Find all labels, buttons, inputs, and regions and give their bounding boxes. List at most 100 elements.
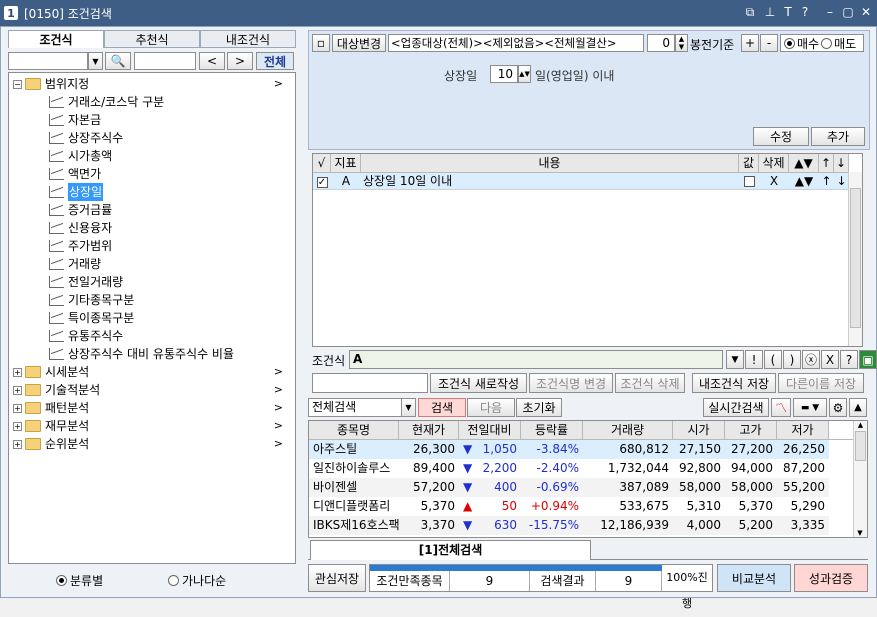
tree-item[interactable]: 상장주식수 [49, 129, 329, 147]
performance-button[interactable]: 성과검증 [794, 564, 868, 592]
tree-item[interactable]: 시가총액 [49, 147, 329, 165]
search-field-2[interactable] [134, 52, 196, 70]
next-search-button[interactable]: 다음 [467, 398, 515, 417]
sell-radio[interactable]: 매도 [834, 35, 856, 52]
radio-alphabetical[interactable]: 가나다순 [168, 572, 226, 589]
compare-button[interactable]: 비교분석 [717, 564, 791, 592]
tab-my-condition[interactable]: 내조건식 [200, 30, 296, 48]
tree-folder[interactable]: + 순위분석 > [13, 435, 293, 453]
condition-checkbox[interactable]: ✓ [316, 177, 328, 188]
op-help[interactable]: ? [840, 350, 858, 369]
font-icon[interactable]: T [780, 4, 796, 20]
results-col-header[interactable]: 전일대비 [459, 421, 521, 439]
rename-condition-button[interactable]: 조건식명 변경 [529, 373, 613, 393]
results-col-header[interactable]: 등락률 [521, 421, 583, 439]
results-col-header[interactable]: 시가 [673, 421, 725, 439]
search-dropdown[interactable]: ▼ [88, 52, 103, 70]
listing-days-input[interactable]: 10 [490, 65, 518, 83]
excel-icon[interactable]: ▣ [859, 350, 877, 369]
save-my-condition-button[interactable]: 내조건식 저장 [692, 373, 776, 393]
up-button[interactable]: ↑ [819, 173, 834, 189]
tree-folder[interactable]: − 범위지정 > [13, 75, 293, 93]
help-icon[interactable]: ? [797, 4, 813, 20]
close-icon[interactable]: ✕ [858, 4, 874, 20]
add-button[interactable]: 추가 [811, 127, 865, 146]
move-button[interactable]: ▲▼ [789, 173, 819, 189]
all-button[interactable]: 전체 [256, 52, 294, 70]
gear-icon[interactable]: ⚙ [829, 398, 847, 417]
tree-item[interactable]: 유통주식수 [49, 327, 329, 345]
op-close-paren[interactable]: ) [783, 350, 801, 369]
minus-button[interactable]: - [760, 34, 778, 52]
tree-item[interactable]: 전일거래량 [49, 273, 329, 291]
tab-all-search[interactable]: [1]전체검색 [310, 540, 591, 560]
buy-radio[interactable]: 매수 [797, 35, 819, 52]
next-button[interactable]: > [227, 52, 253, 70]
tree-folder[interactable]: + 재무분석 > [13, 417, 293, 435]
results-col-header[interactable]: 고가 [725, 421, 777, 439]
tree-item[interactable]: 상장일 [49, 183, 329, 201]
target-icon[interactable]: ▫ [312, 34, 330, 52]
pin-icon[interactable]: ⊥ [762, 4, 778, 20]
chevron-down-icon[interactable]: ▼ [401, 398, 416, 417]
delete-button[interactable]: X [759, 173, 789, 189]
results-col-header[interactable]: 현재가 [399, 421, 459, 439]
bong-spinner[interactable]: ▲ ▼ [675, 34, 688, 52]
tree-folder[interactable]: + 기술적분석 > [13, 381, 293, 399]
chart-icon[interactable]: 〽 [771, 398, 791, 417]
results-col-header[interactable]: 종목명 [309, 421, 399, 439]
minimize-icon[interactable]: – [822, 4, 838, 20]
layout-icon[interactable]: ▬ ▼ [793, 398, 827, 417]
delete-condition-button[interactable]: 조건식 삭제 [615, 373, 685, 393]
tree-item[interactable]: 액면가 [49, 165, 329, 183]
op-clear[interactable]: X [821, 350, 839, 369]
search-button[interactable]: 🔍 [105, 52, 131, 70]
tree-folder[interactable]: + 시세분석 > [13, 363, 293, 381]
tree-item[interactable]: 주가범위 [49, 237, 329, 255]
expand-icon[interactable]: + [13, 421, 22, 431]
tree-item[interactable]: 증거금률 [49, 201, 329, 219]
expand-icon[interactable]: + [13, 403, 22, 413]
tree-folder[interactable]: + 패턴분석 > [13, 399, 293, 417]
results-row[interactable]: IBKS제16호스팩 3,370 ▼ 630 -15.75% 12,186,939 4,00… [309, 516, 829, 535]
plus-button[interactable]: + [741, 34, 759, 52]
save-as-button[interactable]: 다른이름 저장 [778, 373, 864, 393]
new-condition-button[interactable]: 조건식 새로작성 [430, 373, 527, 393]
results-row[interactable]: 디앤디플랫폼리 5,370 ▲ 50 +0.94% 533,675 5,310 5,370 5,… [309, 497, 829, 516]
expand-icon[interactable]: + [13, 439, 22, 449]
realtime-search-button[interactable]: 실시간검색 [703, 398, 769, 417]
results-col-header[interactable]: 거래량 [583, 421, 673, 439]
search-run-button[interactable]: 검색 [418, 398, 466, 417]
expand-icon[interactable]: + [13, 385, 22, 395]
results-row[interactable]: 바이젠셀 57,200 ▼ 400 -0.69% 387,089 58,000 58,000 5… [309, 478, 829, 497]
condition-scrollbar[interactable] [848, 172, 862, 346]
tree-item[interactable]: 신용융자 [49, 219, 329, 237]
op-not[interactable]: ! [745, 350, 763, 369]
tree-item[interactable]: 자본금 [49, 111, 329, 129]
results-col-header[interactable]: 저가 [777, 421, 829, 439]
collapse-icon[interactable]: − [13, 79, 22, 89]
prev-button[interactable]: < [199, 52, 225, 70]
results-scrollbar[interactable]: ▲ ▼ [853, 421, 867, 537]
tree-item[interactable]: 상장주식수 대비 유통주식수 비율 [49, 345, 329, 363]
op-xor[interactable]: ⓧ [802, 350, 820, 369]
tree-item[interactable]: 거래소/코스닥 구분 [49, 93, 329, 111]
tree-item[interactable]: 거래량 [49, 255, 329, 273]
link-icon[interactable]: ⧉ [742, 4, 758, 20]
maximize-icon[interactable]: ▢ [840, 4, 856, 20]
search-input[interactable] [8, 52, 88, 70]
modify-button[interactable]: 수정 [753, 127, 809, 146]
reset-button[interactable]: 초기화 [516, 398, 562, 417]
save-watchlist-button[interactable]: 관심저장 [308, 564, 366, 592]
condition-name-input[interactable] [312, 373, 428, 393]
down-button[interactable]: ↓ [834, 173, 849, 189]
tree-item[interactable]: 기타종목구분 [49, 291, 329, 309]
results-row[interactable]: 일진하이솔루스 89,400 ▼ 2,200 -2.40% 1,732,044 92,800… [309, 459, 829, 478]
target-change-button[interactable]: 대상변경 [332, 34, 386, 52]
radio-category[interactable]: 분류별 [56, 572, 103, 589]
op-open-paren[interactable]: ( [764, 350, 782, 369]
tab-condition[interactable]: 조건식 [8, 30, 104, 48]
condition-row[interactable]: ✓ A 상장일 10일 이내 X ▲▼ ↑ ↓ [313, 173, 862, 190]
listing-spinner[interactable]: ▲▼ [518, 65, 531, 83]
formula-input[interactable]: A [349, 350, 723, 369]
